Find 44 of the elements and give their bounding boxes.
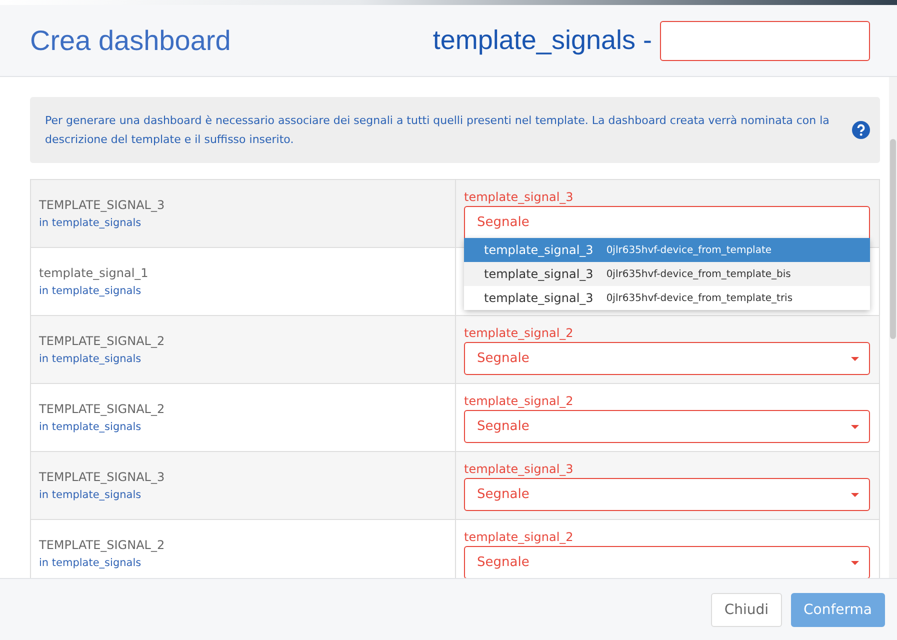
signal-select[interactable]: Segnale	[464, 206, 870, 239]
option-device: 0jlr635hvf-device_from_template	[606, 244, 772, 256]
signal-name: TEMPLATE_SIGNAL_3	[39, 198, 166, 212]
dropdown-option[interactable]: template_signal_3 0jlr635hvf-device_from_template_bis	[464, 262, 870, 286]
suffix-input-field[interactable]	[660, 20, 870, 60]
signal-source: in template_signals	[39, 285, 142, 297]
option-signal: template_signal_3	[484, 267, 594, 281]
info-text: Per generare una dashboard è necessario associare dei segnali a tutti quelli presenti nel template. La dashboard creata verrà nominata con la descrizione del template e il suffisso inserito.	[45, 113, 830, 148]
signal-name: TEMPLATE_SIGNAL_2	[39, 402, 166, 416]
signal-source: in template_signals	[39, 557, 142, 569]
field-label: template_signal_3	[464, 461, 574, 478]
option-signal: template_signal_3	[484, 243, 594, 257]
field-label: template_signal_2	[464, 393, 574, 410]
confirm-button[interactable]: Conferma	[790, 592, 885, 626]
signal-source: in template_signals	[39, 217, 142, 229]
option-device: 0jlr635hvf-device_from_template_tris	[606, 292, 793, 304]
scrollbar-thumb[interactable]	[890, 139, 896, 339]
field-label: template_signal_2	[464, 529, 574, 546]
field-label: template_signal_3	[464, 189, 574, 206]
option-signal: template_signal_3	[484, 291, 594, 305]
signal-select[interactable]: Segnale	[464, 478, 870, 511]
signal-source: in template_signals	[39, 421, 142, 433]
signal-name: TEMPLATE_SIGNAL_2	[39, 538, 166, 552]
caret-icon	[851, 356, 859, 360]
close-button[interactable]: Chiudi	[711, 592, 782, 626]
signal-select[interactable]: Segnale	[464, 546, 870, 578]
signal-source: in template_signals	[39, 353, 142, 365]
help-icon[interactable]	[852, 121, 870, 139]
signal-name: template_signal_1	[39, 266, 150, 280]
field-label: template_signal_2	[464, 325, 574, 342]
template-name: template_signals -	[432, 25, 652, 56]
dropdown-option[interactable]: template_signal_3 0jlr635hvf-device_from_template_tris	[464, 286, 870, 310]
caret-icon	[851, 560, 859, 564]
caret-icon	[851, 492, 859, 496]
signal-select[interactable]: Segnale	[464, 410, 870, 443]
signal-name: TEMPLATE_SIGNAL_2	[39, 334, 166, 348]
option-device: 0jlr635hvf-device_from_template_bis	[606, 268, 791, 280]
dialog-title: Crea dashboard	[30, 24, 231, 56]
signal-name: TEMPLATE_SIGNAL_3	[39, 470, 166, 484]
dropdown-option[interactable]: template_signal_3 0jlr635hvf-device_from_template	[464, 238, 870, 262]
caret-icon	[851, 424, 859, 428]
signal-select[interactable]: Segnale	[464, 342, 870, 375]
scrollbar[interactable]	[889, 77, 897, 578]
signal-source: in template_signals	[39, 489, 142, 501]
